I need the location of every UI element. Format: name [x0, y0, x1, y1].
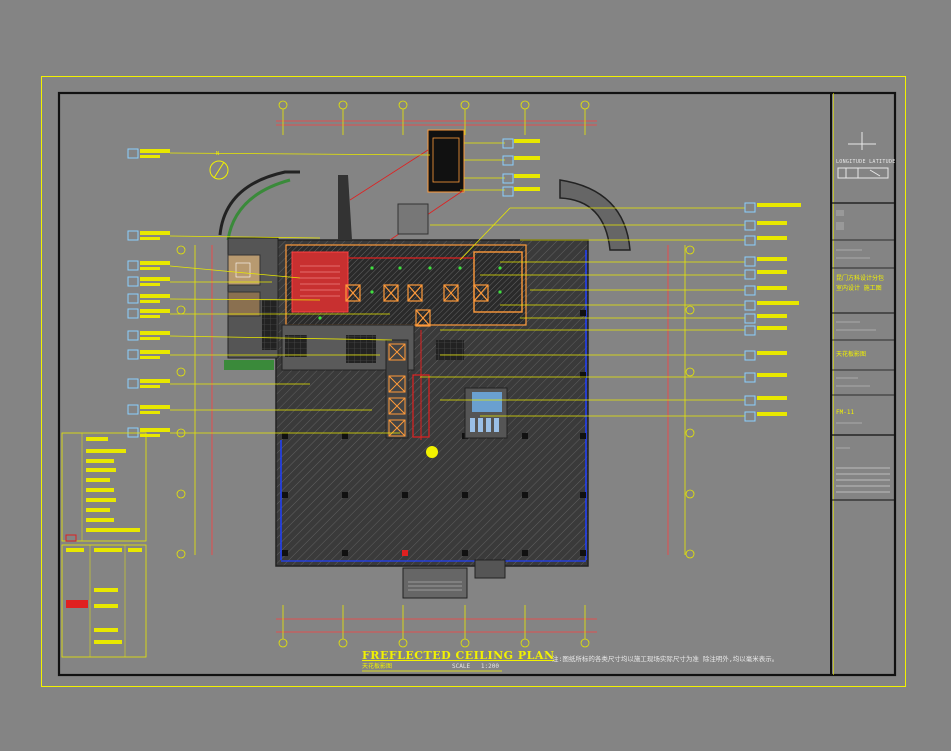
scale-label: SCALE — [452, 663, 471, 670]
scale-value: 1:200 — [480, 663, 499, 670]
smiley-marker — [426, 446, 438, 458]
north-label: N — [216, 151, 220, 157]
grid-bubbles-right — [667, 245, 695, 559]
title-block-description-2: 室内设计 施工图 — [836, 285, 882, 292]
service-grid — [436, 340, 464, 360]
cad-drawing-canvas[interactable] — [0, 0, 951, 751]
left-wing-feature-2 — [227, 291, 261, 317]
title-block-sheet-number: FM-11 — [836, 409, 855, 416]
garden-curve — [226, 178, 291, 241]
restroom-blue — [472, 392, 502, 412]
ceiling-band-red-outline — [291, 251, 349, 313]
grid-axis-top — [276, 120, 597, 126]
drawing-note: 注:图纸所标的各类尺寸均以施工现场实际尺寸为准 除注明外,均以毫米表示。 — [552, 655, 779, 663]
upper-void-box — [397, 203, 429, 235]
grid-axis-bottom — [276, 618, 597, 633]
entrance-canopy — [402, 567, 468, 599]
inset-detail-line — [349, 149, 429, 201]
left-roof-wedge — [338, 175, 352, 240]
left-wing-feature — [227, 254, 261, 286]
left-lobby-grid — [262, 300, 277, 350]
green-planter — [224, 360, 274, 370]
drawing-subtitle: 天花板影图 — [362, 663, 393, 670]
drawing-title: FREFLECTED CEILING PLAN — [362, 649, 555, 662]
company-logo — [837, 132, 889, 179]
grid-bubbles-left — [176, 245, 213, 559]
title-block-brand: LONGITUDE LATITUDE — [836, 159, 896, 165]
entrance-side — [474, 559, 506, 579]
north-arrow — [209, 160, 229, 180]
leader-tags-left — [127, 148, 170, 438]
title-block-description-1: 昆门方科设计分包 — [836, 275, 885, 282]
title-block-drawing-name: 天花板影图 — [836, 351, 867, 358]
grid-bubbles-bottom — [278, 605, 590, 648]
legend-box — [61, 432, 147, 658]
red-column — [402, 550, 408, 556]
drawing-scale: SCALE 1:200 — [452, 664, 499, 670]
